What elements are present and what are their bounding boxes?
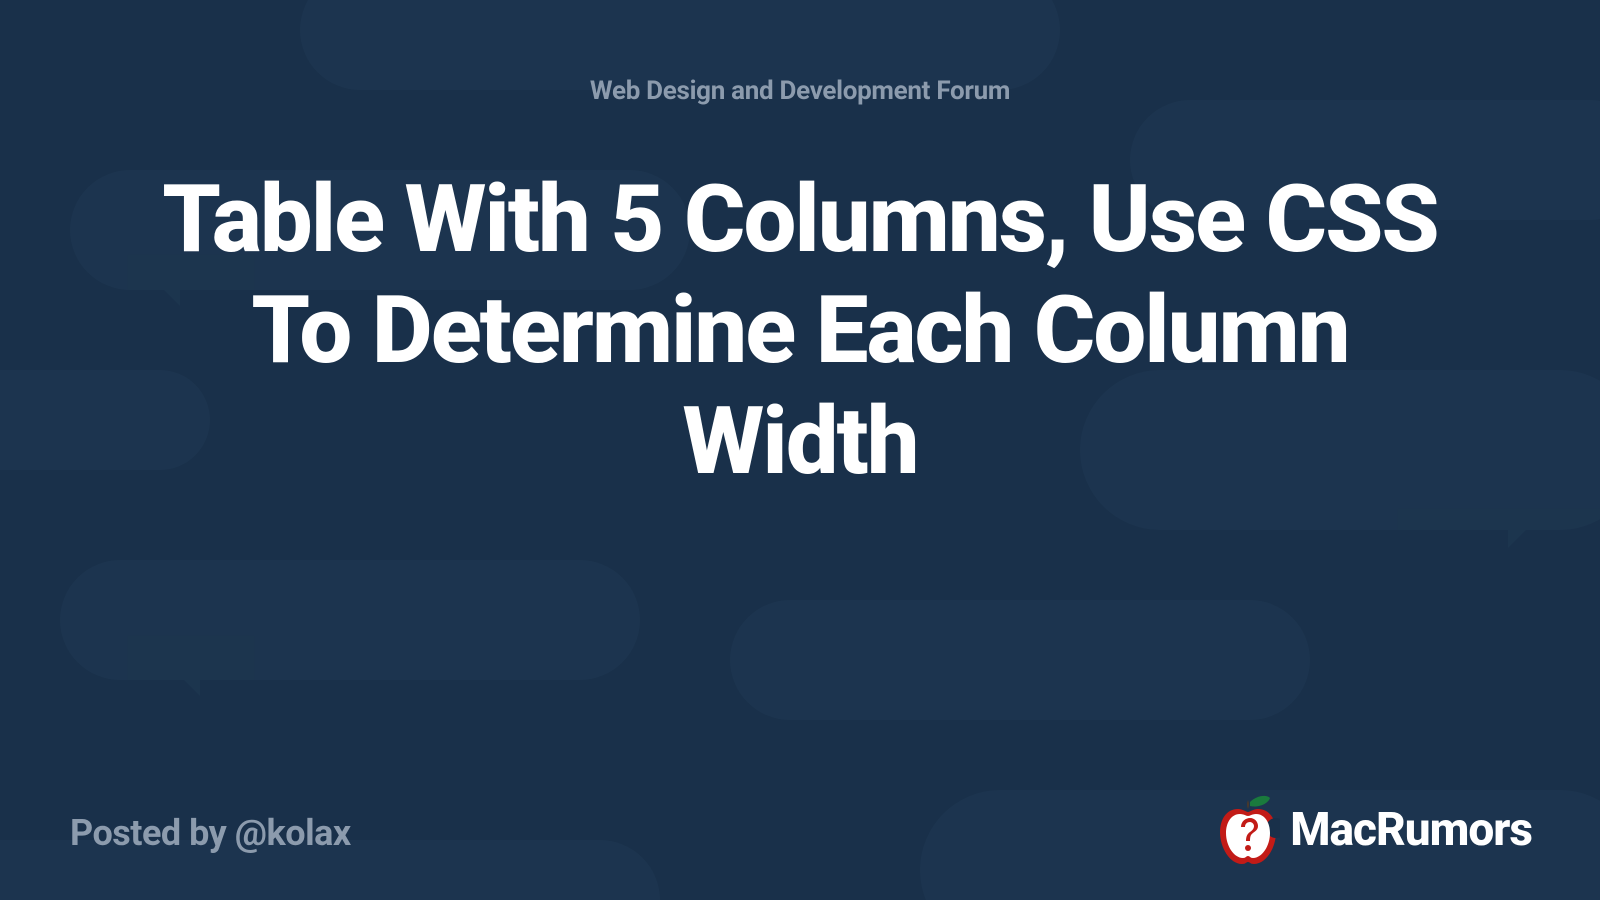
site-brand: MacRumors: [1216, 794, 1532, 866]
apple-question-icon: [1216, 794, 1280, 866]
forum-name: Web Design and Development Forum: [590, 76, 1010, 106]
thread-title: Table With 5 Columns, Use CSS To Determi…: [140, 164, 1460, 497]
share-card: Web Design and Development Forum Table W…: [0, 0, 1600, 900]
brand-name: MacRumors: [1290, 803, 1532, 857]
posted-by: Posted by @kolax: [70, 812, 351, 854]
